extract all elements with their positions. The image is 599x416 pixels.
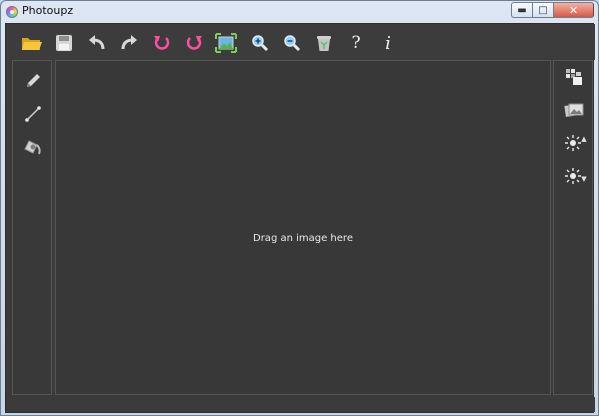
save-icon <box>56 35 72 51</box>
status-bar <box>6 397 595 412</box>
zoom-in-icon <box>252 35 269 52</box>
title-bar[interactable]: Photoupz ▬ □ ✕ <box>1 1 598 23</box>
pixelate-button[interactable] <box>562 65 586 89</box>
line-tool-button[interactable] <box>21 102 45 126</box>
rotate-left-icon <box>154 36 170 50</box>
pencil-tool-button[interactable] <box>21 69 45 93</box>
help-button[interactable]: ? <box>344 31 368 55</box>
brightness-down-icon <box>565 168 582 184</box>
redo-button[interactable] <box>117 31 141 55</box>
zoom-in-button[interactable] <box>248 31 272 55</box>
app-window: Photoupz ▬ □ ✕ ? i Drag an image here ▲ … <box>0 0 599 416</box>
minimize-button[interactable]: ▬ <box>511 2 532 18</box>
zoom-out-button[interactable] <box>280 31 304 55</box>
fit-screen-button[interactable] <box>214 31 238 55</box>
pixelate-icon <box>566 69 582 85</box>
maximize-button[interactable]: □ <box>532 2 553 18</box>
trash-icon <box>317 36 331 51</box>
info-button[interactable]: i <box>376 31 400 55</box>
right-tool-panel: ▲ ▼ <box>553 60 593 395</box>
main-toolbar: ? i <box>6 24 595 60</box>
redo-icon <box>121 35 137 50</box>
fill-bucket-icon <box>24 140 41 155</box>
fill-tool-button[interactable] <box>21 135 45 159</box>
undo-icon <box>89 35 105 50</box>
down-arrow-icon: ▼ <box>581 175 587 183</box>
zoom-out-icon <box>284 35 301 52</box>
window-title: Photoupz <box>22 4 74 17</box>
undo-button[interactable] <box>85 31 109 55</box>
image-drop-area[interactable]: Drag an image here <box>55 60 551 395</box>
line-icon <box>25 106 41 122</box>
open-icon <box>22 38 42 50</box>
window-controls: ▬ □ ✕ <box>511 2 594 18</box>
drop-placeholder-text: Drag an image here <box>253 233 353 244</box>
fit-screen-icon <box>215 33 237 53</box>
rotate-right-button[interactable] <box>182 31 206 55</box>
photos-button[interactable] <box>562 98 586 122</box>
app-client-area: ? i Drag an image here ▲ ▼ <box>5 23 595 413</box>
rotate-right-icon <box>186 36 202 50</box>
pencil-icon <box>27 74 40 87</box>
brightness-up-button[interactable]: ▲ <box>562 131 590 155</box>
rotate-left-button[interactable] <box>150 31 174 55</box>
delete-button[interactable] <box>312 31 336 55</box>
brightness-down-button[interactable]: ▼ <box>562 164 590 188</box>
brightness-up-icon <box>565 135 582 151</box>
save-button[interactable] <box>52 31 76 55</box>
app-logo-icon <box>6 6 18 18</box>
close-button[interactable]: ✕ <box>553 2 594 18</box>
left-tool-panel <box>12 60 52 395</box>
up-arrow-icon: ▲ <box>581 135 587 143</box>
help-icon: ? <box>351 33 361 53</box>
photos-icon <box>564 103 584 117</box>
open-button[interactable] <box>20 31 44 55</box>
info-icon: i <box>385 32 391 54</box>
